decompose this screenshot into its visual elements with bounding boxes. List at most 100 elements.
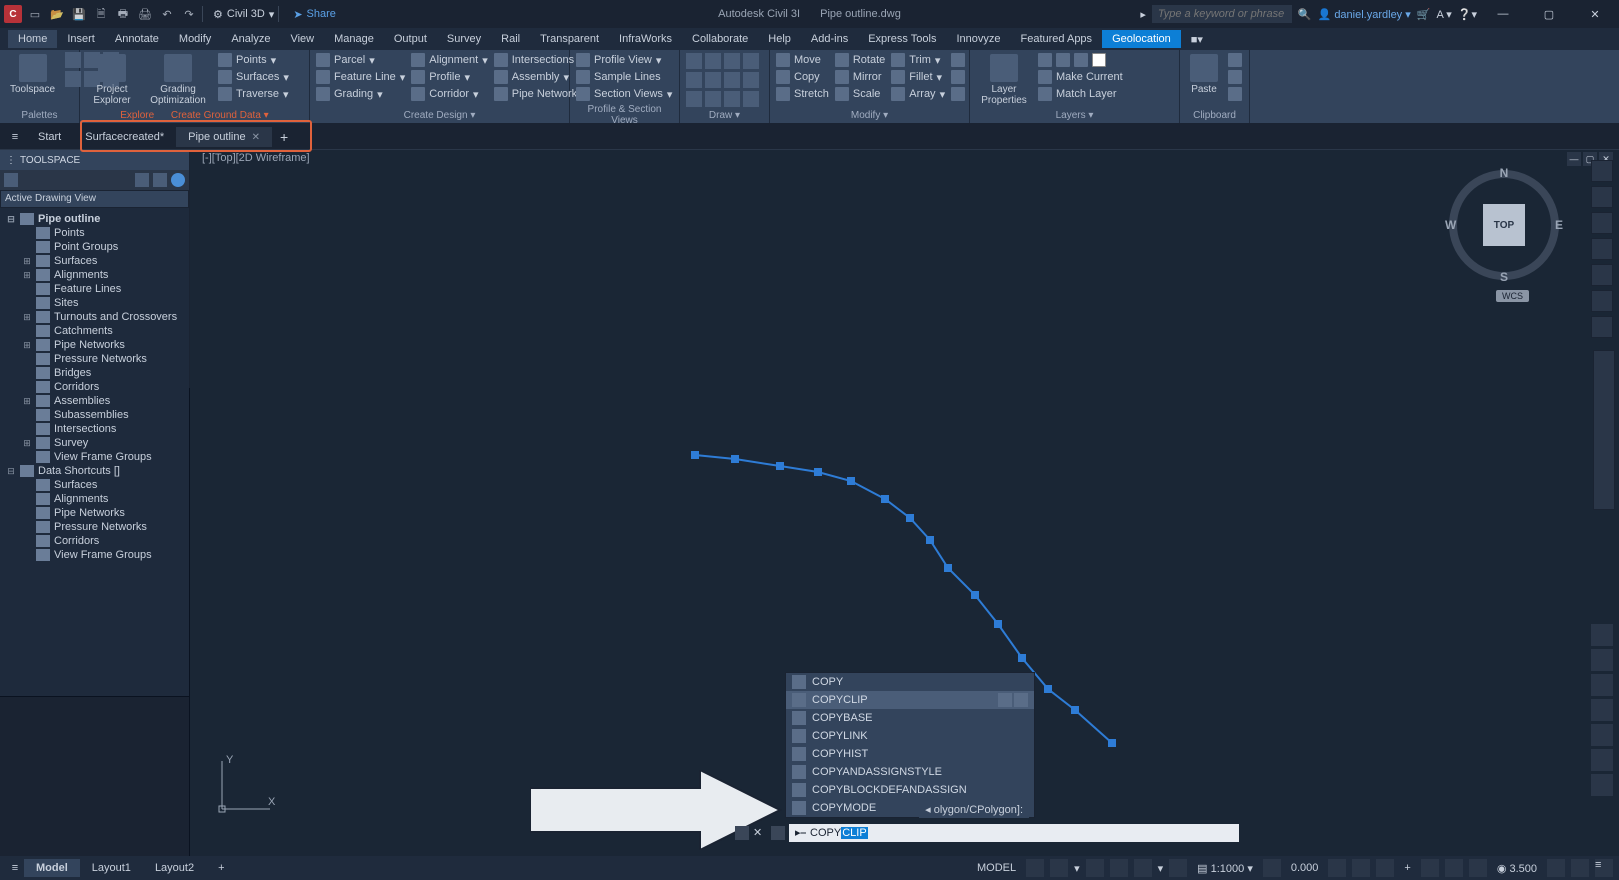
share-button[interactable]: ➤ Share xyxy=(293,8,336,21)
ac-item-copylink[interactable]: COPYLINK xyxy=(786,727,1034,745)
search-input[interactable] xyxy=(1152,5,1292,23)
ac-item-copybase[interactable]: COPYBASE xyxy=(786,709,1034,727)
feature-line-button[interactable]: Feature Line ▾ xyxy=(316,69,405,85)
tree-node[interactable]: ⊞Surfaces xyxy=(0,254,189,268)
layer-properties-button[interactable]: Layer Properties xyxy=(976,52,1032,108)
close-button[interactable]: ✕ xyxy=(1575,4,1615,24)
command-input[interactable]: ▸⎯ COPYCLIP xyxy=(789,824,1239,842)
plot-icon[interactable]: 🖶 xyxy=(114,5,132,23)
section-views-button[interactable]: Section Views ▾ xyxy=(576,86,672,102)
toolspace-button[interactable]: Toolspace xyxy=(6,52,59,97)
nav-b5-icon[interactable] xyxy=(1591,724,1613,746)
ribbon-tab-geolocation[interactable]: Geolocation xyxy=(1102,30,1181,48)
tree-node[interactable]: ⊞Survey xyxy=(0,436,189,450)
nav-b4-icon[interactable] xyxy=(1591,699,1613,721)
ribbon-tab-rail[interactable]: Rail xyxy=(491,30,530,48)
ucs-icon[interactable]: Y X xyxy=(210,751,280,821)
tree-node[interactable]: ⊞Alignments xyxy=(0,268,189,282)
nav-orbit-icon[interactable] xyxy=(1591,290,1613,312)
tree-node[interactable]: View Frame Groups xyxy=(0,548,189,562)
saveas-icon[interactable]: 🗎 xyxy=(92,5,110,23)
search-icon[interactable]: 🔍 xyxy=(1298,8,1312,21)
nav-b2-icon[interactable] xyxy=(1591,649,1613,671)
viewcube[interactable]: TOP N S E W xyxy=(1449,170,1559,280)
tree-node[interactable]: Catchments xyxy=(0,324,189,338)
elev-label[interactable]: 0.000 xyxy=(1287,862,1323,874)
nav-b7-icon[interactable] xyxy=(1591,774,1613,796)
command-line[interactable]: ✕ ▸⎯ COPYCLIP xyxy=(735,824,1239,842)
tree-node[interactable]: Intersections xyxy=(0,422,189,436)
sb-ic-c[interactable] xyxy=(1376,859,1394,877)
drawing-area[interactable]: [-][Top][2D Wireframe] — ▢ ✕ TOP N S E W… xyxy=(190,150,1619,856)
search-arrow-icon[interactable]: ▸ xyxy=(1140,8,1146,21)
paste-button[interactable]: Paste xyxy=(1186,52,1222,97)
explode-icon[interactable] xyxy=(951,70,965,84)
tree-node[interactable]: Subassemblies xyxy=(0,408,189,422)
ribbon-tab-extra[interactable]: ■▾ xyxy=(1181,30,1213,49)
parcel-button[interactable]: Parcel ▾ xyxy=(316,52,405,68)
sb-ic-e[interactable] xyxy=(1445,859,1463,877)
ac-item-copyblockdefandassign[interactable]: COPYBLOCKDEFANDASSIGN xyxy=(786,781,1034,799)
ac-item-copyclip[interactable]: COPYCLIP xyxy=(786,691,1034,709)
offset-icon[interactable] xyxy=(951,87,965,101)
tree-node[interactable]: ⊞Pipe Networks xyxy=(0,338,189,352)
tree-node[interactable]: Corridors xyxy=(0,380,189,394)
tree-node[interactable]: Alignments xyxy=(0,492,189,506)
sb-grid-icon[interactable] xyxy=(1026,859,1044,877)
draw-grid[interactable] xyxy=(686,53,759,107)
ribbon-tab-add-ins[interactable]: Add-ins xyxy=(801,30,858,48)
tree-node[interactable]: Surfaces xyxy=(0,478,189,492)
ribbon-tab-output[interactable]: Output xyxy=(384,30,437,48)
tree-node[interactable]: ⊞Turnouts and Crossovers xyxy=(0,310,189,324)
surfaces-button[interactable]: Surfaces ▾ xyxy=(218,69,289,85)
ac-item-copyhist[interactable]: COPYHIST xyxy=(786,745,1034,763)
ac-item-copy[interactable]: COPY xyxy=(786,673,1034,691)
ribbon-tab-home[interactable]: Home xyxy=(8,30,57,48)
menu-icon[interactable]: ≡ xyxy=(4,131,26,143)
viewcube-n[interactable]: N xyxy=(1500,166,1509,180)
trim-button[interactable]: Trim ▾ xyxy=(891,52,945,68)
sb-ic-a[interactable] xyxy=(1328,859,1346,877)
ribbon-tab-view[interactable]: View xyxy=(280,30,324,48)
nav-show-icon[interactable] xyxy=(1591,316,1613,338)
wcs-badge[interactable]: WCS xyxy=(1496,290,1529,302)
workspace-switcher[interactable]: ⚙ Civil 3D ▾ xyxy=(213,8,274,21)
project-explorer-button[interactable]: Project Explorer xyxy=(86,52,138,108)
print-icon[interactable]: 🖨 xyxy=(136,5,154,23)
minimize-button[interactable]: — xyxy=(1483,4,1523,24)
layout-tab-2[interactable]: Layout2 xyxy=(143,859,206,877)
ribbon-tab-infraworks[interactable]: InfraWorks xyxy=(609,30,682,48)
copy-button[interactable]: Copy xyxy=(776,69,829,85)
tree-node[interactable]: ⊞Assemblies xyxy=(0,394,189,408)
fillet-button[interactable]: Fillet ▾ xyxy=(891,69,945,85)
new-icon[interactable]: ▭ xyxy=(26,5,44,23)
maximize-button[interactable]: ▢ xyxy=(1529,4,1569,24)
copyclip-icon[interactable] xyxy=(1228,70,1242,84)
corridor-button[interactable]: Corridor ▾ xyxy=(411,86,487,102)
tree-node[interactable]: View Frame Groups xyxy=(0,450,189,464)
tree-node[interactable]: Pipe Networks xyxy=(0,506,189,520)
sb-ic-f[interactable] xyxy=(1469,859,1487,877)
ribbon-tab-innovyze[interactable]: Innovyze xyxy=(946,30,1010,48)
tree-node[interactable]: Pressure Networks xyxy=(0,520,189,534)
ribbon-tab-insert[interactable]: Insert xyxy=(57,30,105,48)
help-icon[interactable]: ❔▾ xyxy=(1458,8,1477,21)
cmd-handle-icon[interactable] xyxy=(735,826,749,840)
ts-ic1[interactable] xyxy=(135,173,149,187)
make-current-button[interactable]: Make Current xyxy=(1038,69,1123,85)
sb-ic-g[interactable] xyxy=(1547,859,1565,877)
layout-tab-model[interactable]: Model xyxy=(24,859,80,877)
sb-osnap-icon[interactable] xyxy=(1134,859,1152,877)
ribbon-tab-manage[interactable]: Manage xyxy=(324,30,384,48)
alignment-button[interactable]: Alignment ▾ xyxy=(411,52,487,68)
toolspace-view-dropdown[interactable]: Active Drawing View xyxy=(0,190,189,208)
ac-item-copyandassignstyle[interactable]: COPYANDASSIGNSTYLE xyxy=(786,763,1034,781)
cmd-customize-icon[interactable] xyxy=(771,826,785,840)
sb-customize-icon[interactable]: ≡ xyxy=(1595,859,1613,877)
ribbon-tab-collaborate[interactable]: Collaborate xyxy=(682,30,758,48)
app-switcher-icon[interactable]: A ▾ xyxy=(1436,8,1451,21)
sb-ortho-icon[interactable] xyxy=(1086,859,1104,877)
tree-node[interactable]: Points xyxy=(0,226,189,240)
nav-b1-icon[interactable] xyxy=(1591,624,1613,646)
viewcube-w[interactable]: W xyxy=(1445,218,1456,232)
